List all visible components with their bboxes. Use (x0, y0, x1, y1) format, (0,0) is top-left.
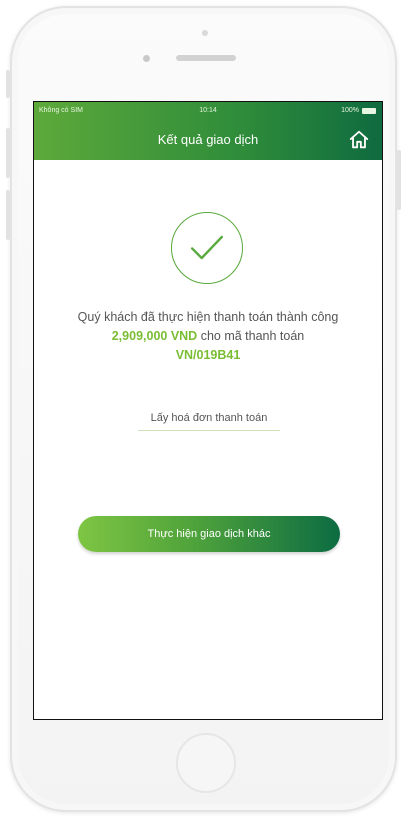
volume-up-button (6, 128, 10, 178)
status-bar: Không có SIM 10:14 100% (34, 102, 382, 122)
status-time: 10:14 (199, 107, 217, 114)
success-checkmark-icon (171, 212, 243, 284)
page-title: Kết quả giao dịch (157, 132, 259, 147)
front-camera (143, 55, 150, 62)
volume-down-button (6, 190, 10, 240)
payment-code: VN/019B41 (175, 348, 241, 362)
power-button (397, 150, 401, 210)
app-screen: Không có SIM 10:14 100% Kết quả giao dịc… (33, 101, 383, 720)
message-text-2: cho mã thanh toán (197, 329, 305, 343)
status-right: 100% (341, 107, 376, 114)
battery-percent: 100% (341, 107, 359, 114)
payment-amount: 2,909,000 VND (111, 329, 198, 343)
get-invoice-link[interactable]: Lấy hoá đơn thanh toán (138, 412, 280, 431)
proximity-sensor (202, 30, 208, 36)
mute-switch (6, 70, 10, 98)
message-text: Quý khách đã thực hiện thanh toán thành … (77, 310, 339, 324)
phone-home-button[interactable] (176, 733, 236, 793)
new-transaction-button[interactable]: Thực hiện giao dịch khác (78, 516, 340, 552)
home-icon[interactable] (348, 129, 370, 151)
earpiece-speaker (176, 55, 236, 61)
checkmark-icon (190, 235, 224, 260)
app-header: Không có SIM 10:14 100% Kết quả giao dịc… (34, 102, 382, 160)
success-message: Quý khách đã thực hiện thanh toán thành … (68, 308, 348, 365)
battery-icon (362, 107, 376, 114)
